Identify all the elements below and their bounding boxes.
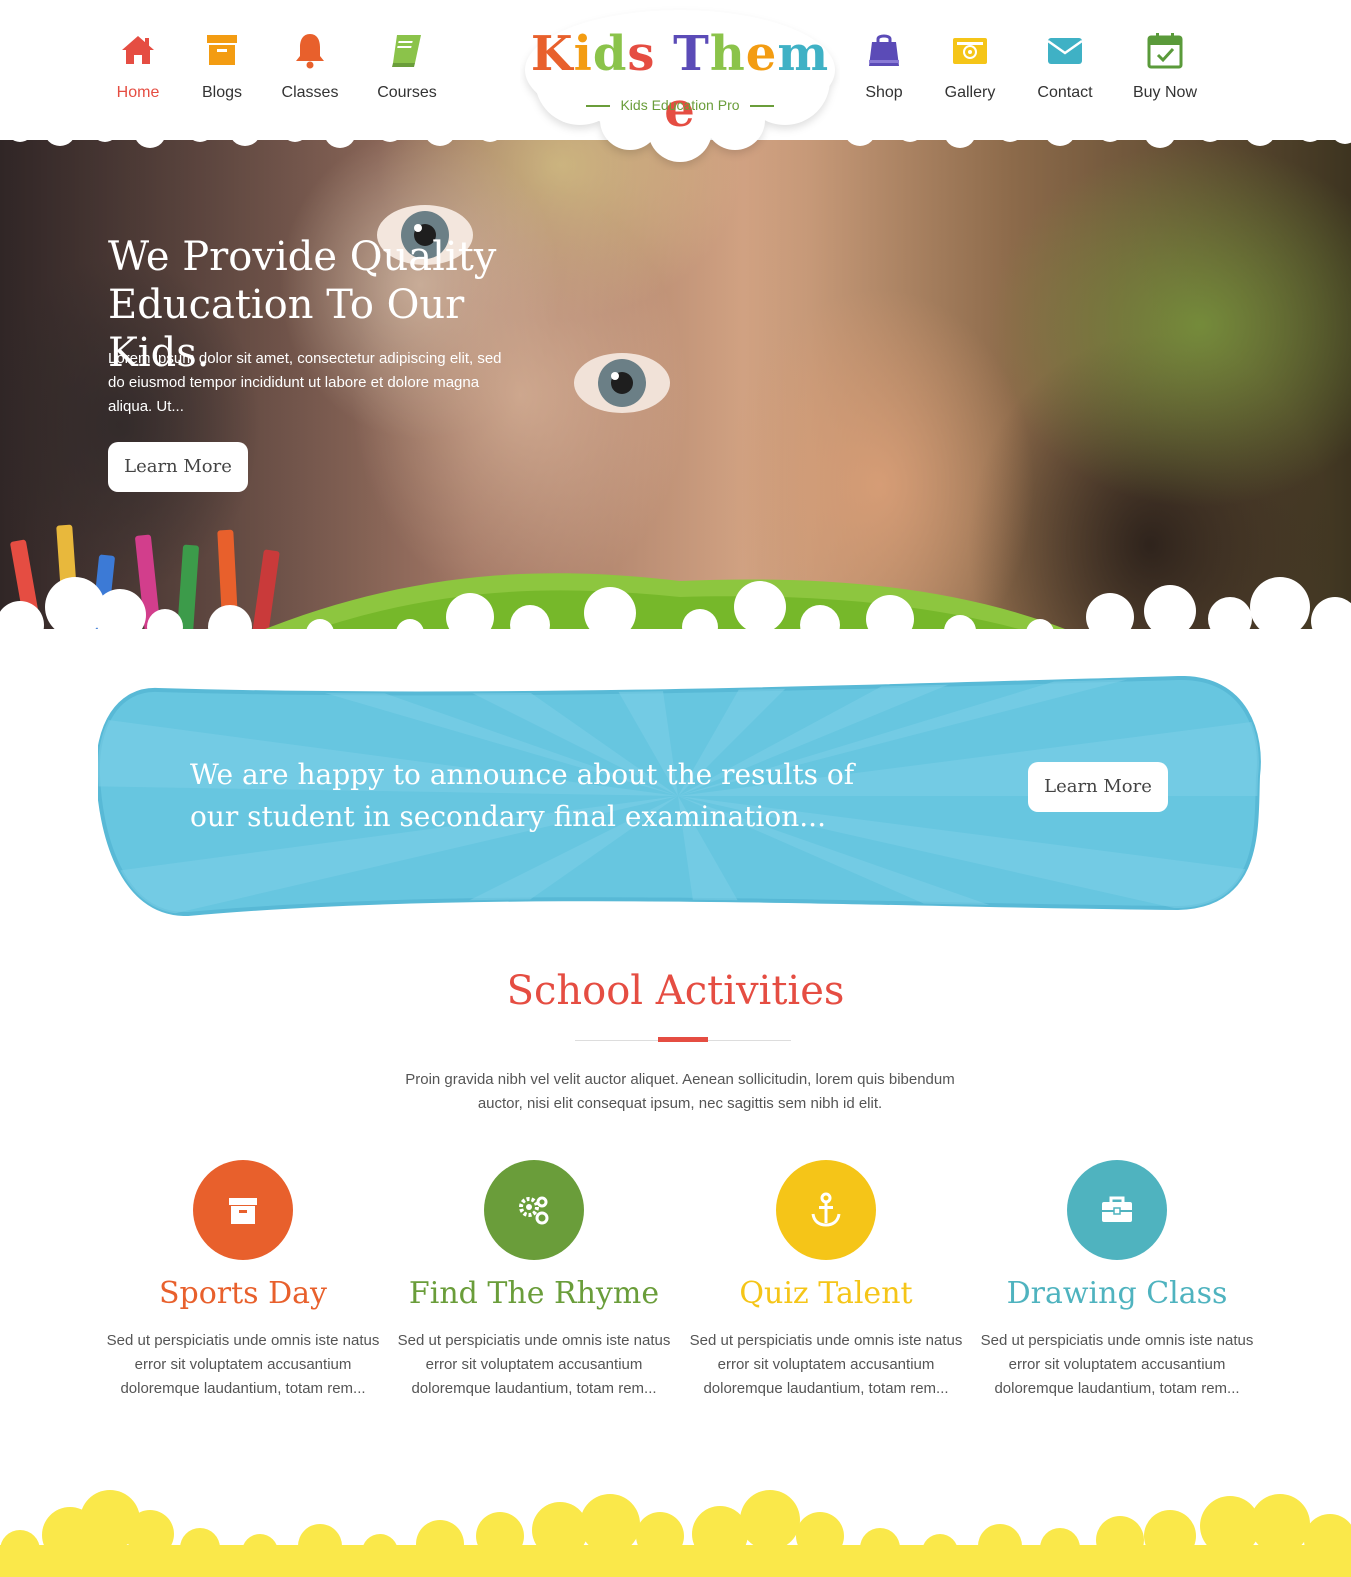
logo-letter: m	[777, 26, 830, 82]
logo-letter: d	[592, 26, 628, 82]
activity-description: Sed ut perspiciatis unde omnis iste natu…	[106, 1332, 380, 1397]
activity-card-sports-day: Sports Day Sed ut perspiciatis unde omni…	[98, 1160, 388, 1401]
activity-card-find-the-rhyme: Find The Rhyme Sed ut perspiciatis unde …	[389, 1160, 679, 1401]
section-description: Proin gravida nibh vel velit auctor aliq…	[405, 1071, 955, 1112]
activity-icon-circle[interactable]	[193, 1160, 293, 1260]
section-title: School Activities	[506, 968, 845, 1014]
bell-icon	[296, 34, 324, 69]
nav-label-courses: Courses	[377, 84, 437, 101]
nav-item-courses[interactable]: Courses	[357, 30, 457, 102]
logo-title: Kids Theme	[520, 26, 840, 138]
calendar-check-icon	[1147, 33, 1183, 69]
activity-description: Sed ut perspiciatis unde omnis iste natu…	[397, 1332, 671, 1397]
archive-icon	[229, 1198, 257, 1224]
camera-icon	[953, 38, 987, 64]
shopping-bag-icon	[869, 34, 899, 66]
logo-letter: s	[627, 26, 656, 82]
activity-card-quiz-talent: Quiz Talent Sed ut perspiciatis unde omn…	[681, 1160, 971, 1401]
footer-clouds	[0, 1490, 1351, 1577]
logo-letter: e	[745, 26, 778, 82]
nav-label-shop: Shop	[865, 84, 903, 101]
activity-title: Sports Day	[158, 1276, 328, 1311]
activity-description: Sed ut perspiciatis unde omnis iste natu…	[980, 1332, 1254, 1397]
nav-item-classes[interactable]: Classes	[260, 30, 360, 102]
nav-item-contact[interactable]: Contact	[1015, 30, 1115, 102]
site-logo[interactable]: Kids Theme Kids Education Pro	[520, 0, 840, 170]
activity-title: Find The Rhyme	[408, 1276, 660, 1311]
activity-icon-circle[interactable]	[1067, 1160, 1167, 1260]
nav-label-classes: Classes	[281, 84, 339, 101]
activity-description: Sed ut perspiciatis unde omnis iste natu…	[689, 1332, 963, 1397]
logo-letter: h	[709, 26, 746, 82]
activity-icon-circle[interactable]	[484, 1160, 584, 1260]
book-icon	[392, 35, 421, 67]
logo-letter: K	[530, 26, 574, 82]
logo-letter: T	[673, 26, 710, 82]
nav-label-contact: Contact	[1037, 84, 1093, 101]
nav-label-gallery: Gallery	[944, 84, 996, 101]
hero-bottom-clouds	[0, 573, 1351, 635]
activity-title: Drawing Class	[1006, 1276, 1228, 1311]
banner-learn-more-button[interactable]: Learn More	[1028, 762, 1168, 812]
nav-item-gallery[interactable]: Gallery	[920, 30, 1020, 102]
nav-label-buy-now: Buy Now	[1132, 84, 1198, 101]
nav-item-blogs[interactable]: Blogs	[172, 30, 272, 102]
hero-learn-more-button[interactable]: Learn More	[108, 442, 248, 492]
activity-icon-circle[interactable]	[776, 1160, 876, 1260]
envelope-icon	[1047, 38, 1083, 64]
announcement-banner: We are happy to announce about the resul…	[98, 676, 1261, 916]
briefcase-icon	[1102, 1196, 1132, 1222]
nav-label-blogs: Blogs	[201, 84, 243, 101]
archive-icon	[207, 35, 237, 65]
logo-subtitle: Kids Education Pro	[520, 97, 840, 113]
activity-card-drawing-class: Drawing Class Sed ut perspiciatis unde o…	[972, 1160, 1262, 1401]
activity-title: Quiz Talent	[739, 1276, 913, 1311]
gears-icon	[519, 1196, 549, 1225]
home-icon	[122, 36, 154, 64]
nav-item-shop[interactable]: Shop	[834, 30, 934, 102]
nav-item-buy-now[interactable]: Buy Now	[1115, 30, 1215, 102]
section-divider-accent	[658, 1037, 708, 1042]
banner-announcement-text: We are happy to announce about the resul…	[190, 758, 855, 833]
hero-description: Lorem ipsum dolor sit amet, consectetur …	[108, 350, 502, 415]
logo-letter: i	[573, 26, 593, 82]
anchor-icon	[811, 1192, 841, 1227]
hero-slider: We Provide Quality Education To Our Kids…	[0, 125, 1351, 635]
